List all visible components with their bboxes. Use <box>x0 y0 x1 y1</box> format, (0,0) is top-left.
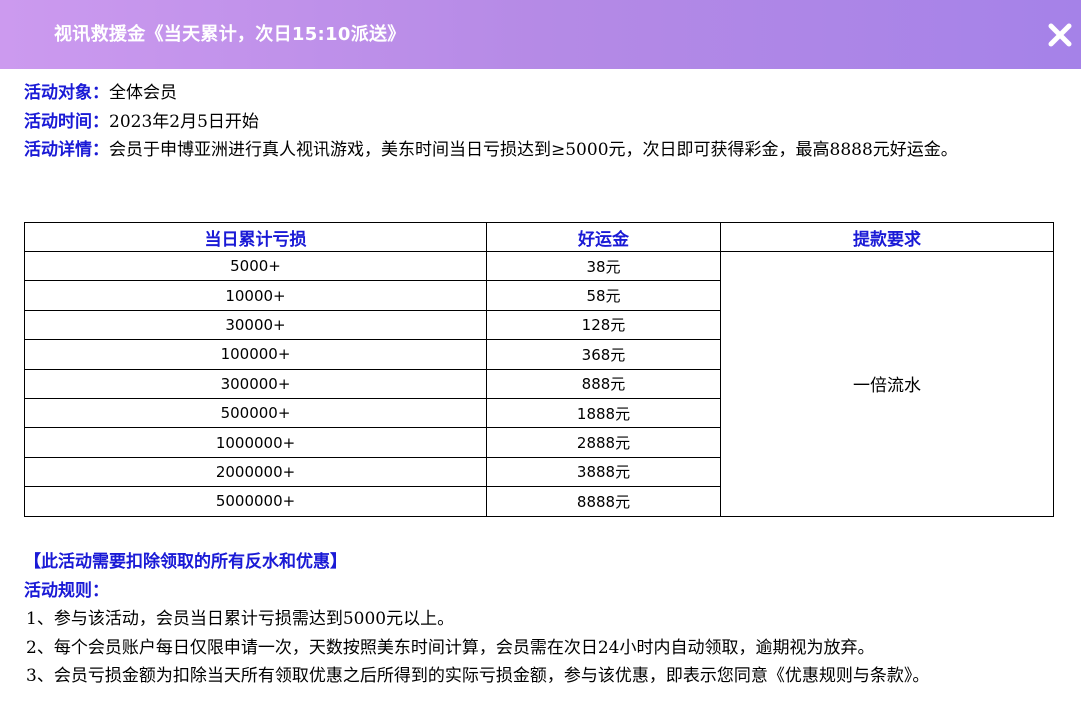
bonus-cell: 1888元 <box>486 397 721 429</box>
activity-target: 活动对象：全体会员 <box>24 79 1054 108</box>
bonus-cell: 58元 <box>486 280 721 311</box>
close-button[interactable] <box>1047 22 1073 48</box>
loss-cell: 300000+ <box>24 368 487 399</box>
reward-table: 当日累计亏损 好运金 提款要求 5000+ 38元 一倍流水 10000+ 58… <box>24 222 1054 517</box>
withdraw-requirement-cell: 一倍流水 <box>720 251 1054 517</box>
loss-cell: 30000+ <box>24 309 487 341</box>
rule-item: 3、会员亏损金额为扣除当天所有领取优惠之后所得到的实际亏损金额，参与该优惠，即表… <box>26 666 930 686</box>
close-icon <box>1048 23 1072 47</box>
loss-cell: 5000+ <box>24 250 487 282</box>
table-header-row: 当日累计亏损 好运金 提款要求 <box>24 222 1054 252</box>
activity-time-value: 2023年2月5日开始 <box>109 111 259 132</box>
activity-rules-section: 【此活动需要扣除领取的所有反水和优惠】 活动规则： 1、参与该活动，会员当日累计… <box>24 548 1054 691</box>
bonus-cell: 128元 <box>486 309 721 341</box>
activity-details: 活动详情：会员于申博亚洲进行真人视讯游戏，美东时间当日亏损达到≥5000元，次日… <box>24 136 1054 165</box>
bonus-cell: 2888元 <box>486 427 721 458</box>
activity-info: 活动对象：全体会员 活动时间：2023年2月5日开始 活动详情：会员于申博亚洲进… <box>24 79 1054 165</box>
loss-cell: 2000000+ <box>24 456 487 488</box>
bonus-cell: 368元 <box>486 339 721 370</box>
modal-title: 视讯救援金《当天累计，次日15:10派送》 <box>54 24 406 45</box>
rule-item: 1、参与该活动，会员当日累计亏损需达到5000元以上。 <box>26 609 455 629</box>
column-header-bonus: 好运金 <box>486 222 721 252</box>
loss-cell: 500000+ <box>24 397 487 429</box>
bonus-cell: 3888元 <box>486 456 721 488</box>
activity-details-value: 会员于申博亚洲进行真人视讯游戏，美东时间当日亏损达到≥5000元，次日即可获得彩… <box>109 140 958 160</box>
loss-cell: 1000000+ <box>24 427 487 458</box>
activity-target-value: 全体会员 <box>109 83 177 103</box>
rule-item: 2、每个会员账户每日仅限申请一次，天数按照美东时间计算，会员需在次日24小时内自… <box>26 637 875 658</box>
modal-header: 视讯救援金《当天累计，次日15:10派送》 <box>0 0 1081 69</box>
loss-cell: 100000+ <box>24 339 487 370</box>
activity-details-label: 活动详情： <box>24 140 109 160</box>
activity-time-label: 活动时间： <box>24 111 109 132</box>
promotion-modal: 视讯救援金《当天累计，次日15:10派送》 活动对象：全体会员 活动时间：202… <box>0 0 1081 718</box>
bonus-cell: 888元 <box>486 368 721 399</box>
deduction-notice: 【此活动需要扣除领取的所有反水和优惠】 <box>24 552 347 572</box>
loss-cell: 10000+ <box>24 280 487 311</box>
activity-target-label: 活动对象： <box>24 83 109 103</box>
table-row: 5000+ 38元 一倍流水 <box>24 250 1054 517</box>
loss-cell: 5000000+ <box>24 486 487 517</box>
column-header-loss: 当日累计亏损 <box>24 222 487 252</box>
bonus-cell: 38元 <box>486 250 721 282</box>
column-header-withdraw: 提款要求 <box>720 222 1054 252</box>
bonus-cell: 8888元 <box>486 486 721 517</box>
activity-time: 活动时间：2023年2月5日开始 <box>24 108 1054 137</box>
rules-title: 活动规则： <box>24 580 109 601</box>
